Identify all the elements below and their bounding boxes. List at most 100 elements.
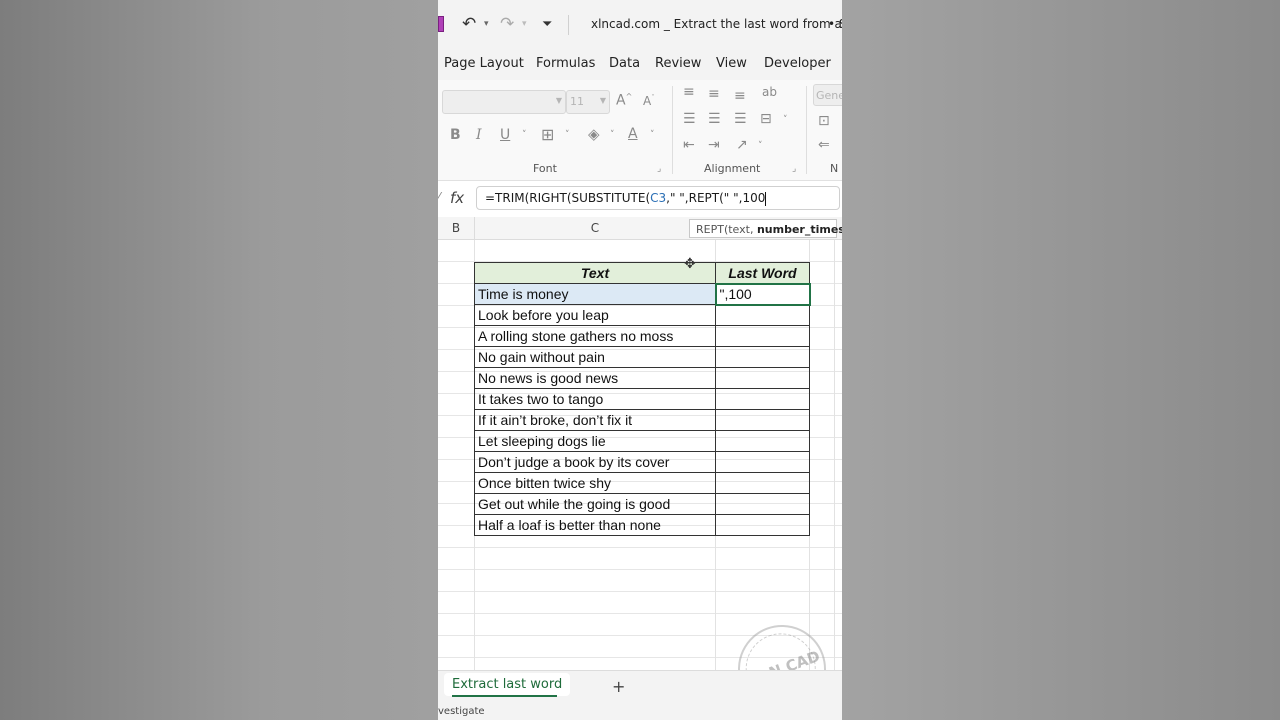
- video-background-right: [842, 0, 1280, 720]
- tab-view[interactable]: View: [716, 56, 747, 71]
- sheet-tab-extract-last-word[interactable]: Extract last word: [444, 673, 571, 696]
- insert-function-icon[interactable]: fx: [450, 189, 464, 207]
- text-cell[interactable]: Get out while the going is good: [474, 493, 716, 515]
- table-row: Time is money ",100: [474, 282, 811, 306]
- text-cell[interactable]: Half a loaf is better than none: [474, 514, 716, 536]
- tab-page-layout[interactable]: Page Layout: [444, 56, 524, 71]
- last-word-cell[interactable]: [715, 346, 810, 368]
- last-word-cell[interactable]: [715, 409, 810, 431]
- editing-cell[interactable]: ",100: [714, 282, 811, 306]
- increase-font-icon[interactable]: A^: [616, 92, 632, 109]
- align-middle-icon[interactable]: ≡: [708, 86, 720, 102]
- last-word-cell[interactable]: [715, 514, 810, 536]
- app-icon[interactable]: [438, 16, 444, 32]
- tab-developer[interactable]: Developer: [764, 56, 831, 71]
- fill-color-icon[interactable]: ◈: [588, 125, 600, 143]
- formula-bar: ⁄ fx =TRIM(RIGHT(SUBSTITUTE(C3," ",REPT(…: [438, 181, 842, 215]
- alignment-dialog-launcher-icon[interactable]: ⌟: [792, 164, 796, 174]
- align-top-icon[interactable]: ≡: [683, 84, 695, 100]
- decrease-indent-icon[interactable]: ⇤: [683, 137, 695, 153]
- orientation-icon[interactable]: ↗: [736, 137, 748, 153]
- decimal-icon[interactable]: ⇐: [818, 137, 830, 153]
- toolbar-divider: [568, 15, 569, 35]
- font-color-icon[interactable]: A: [628, 126, 638, 142]
- status-text: vestigate: [438, 706, 485, 717]
- gridline: [834, 240, 835, 670]
- last-word-cell[interactable]: [715, 367, 810, 389]
- chevron-down-icon[interactable]: ˅: [610, 130, 615, 140]
- text-cell[interactable]: Let sleeping dogs lie: [474, 430, 716, 452]
- undo-dropdown-icon[interactable]: ▾: [484, 19, 489, 29]
- text-cell[interactable]: Once bitten twice shy: [474, 472, 716, 494]
- redo-icon[interactable]: ↷: [500, 14, 514, 34]
- text-cell[interactable]: Time is money: [474, 283, 716, 305]
- chevron-down-icon[interactable]: ˅: [783, 115, 788, 125]
- borders-icon[interactable]: ⊞: [541, 125, 554, 144]
- add-sheet-button[interactable]: +: [612, 677, 625, 696]
- font-group-label: Font: [533, 162, 557, 175]
- document-title: xlncad.com _ Extract the last word from …: [591, 17, 842, 31]
- chevron-down-icon[interactable]: ˅: [565, 130, 570, 140]
- last-word-cell[interactable]: [715, 430, 810, 452]
- header-text[interactable]: Text: [474, 262, 716, 284]
- last-word-cell[interactable]: [715, 388, 810, 410]
- last-word-cell[interactable]: [715, 304, 810, 326]
- ribbon-divider: [806, 86, 807, 174]
- formula-prefix: =TRIM(RIGHT(SUBSTITUTE(: [485, 191, 651, 205]
- increase-indent-icon[interactable]: ⇥: [708, 137, 720, 153]
- tooltip-active-argument: number_times: [756, 223, 842, 236]
- align-left-icon[interactable]: ☰: [683, 111, 696, 127]
- formula-remainder: ," ",REPT(" ",100: [666, 191, 766, 205]
- tab-formulas[interactable]: Formulas: [536, 56, 595, 71]
- currency-icon[interactable]: ⊡: [818, 113, 830, 129]
- last-word-cell[interactable]: [715, 493, 810, 515]
- more-icon[interactable]: ⁄: [438, 190, 440, 204]
- font-size-value: 11: [570, 95, 584, 108]
- chevron-down-icon[interactable]: ˅: [758, 141, 763, 151]
- table-row: A rolling stone gathers no moss: [474, 325, 810, 347]
- column-header-b[interactable]: B: [438, 217, 475, 239]
- italic-icon[interactable]: I: [476, 127, 482, 143]
- last-word-cell[interactable]: [715, 325, 810, 347]
- font-dialog-launcher-icon[interactable]: ⌟: [657, 164, 661, 174]
- chevron-down-icon[interactable]: ˅: [522, 130, 527, 140]
- tab-data[interactable]: Data: [609, 56, 640, 71]
- font-name-select[interactable]: ▼: [442, 90, 566, 114]
- align-bottom-icon[interactable]: ≡: [734, 88, 746, 104]
- text-cell[interactable]: It takes two to tango: [474, 388, 716, 410]
- last-word-cell[interactable]: [715, 451, 810, 473]
- table-row: Get out while the going is good: [474, 493, 810, 515]
- mouse-cursor-icon: ✥: [684, 256, 696, 272]
- data-table: Text Last Word Time is money ",100 Look …: [474, 262, 811, 536]
- merge-center-icon[interactable]: ⊟: [760, 111, 772, 127]
- underline-icon[interactable]: U: [500, 127, 510, 143]
- text-cursor: [765, 191, 767, 206]
- font-size-select[interactable]: 11 ▼: [566, 90, 610, 114]
- chevron-down-icon[interactable]: ˅: [650, 130, 655, 140]
- align-right-icon[interactable]: ☰: [734, 111, 747, 127]
- tab-review[interactable]: Review: [655, 56, 701, 71]
- text-cell[interactable]: No news is good news: [474, 367, 716, 389]
- chevron-down-icon: ▼: [555, 96, 562, 105]
- last-word-cell[interactable]: [715, 472, 810, 494]
- customize-toolbar-icon[interactable]: ⏷: [542, 17, 552, 32]
- text-cell[interactable]: No gain without pain: [474, 346, 716, 368]
- wrap-text-icon[interactable]: ab: [762, 85, 777, 99]
- align-center-icon[interactable]: ☰: [708, 111, 721, 127]
- text-cell[interactable]: Don’t judge a book by its cover: [474, 451, 716, 473]
- formula-input[interactable]: =TRIM(RIGHT(SUBSTITUTE(C3," ",REPT(" ",1…: [476, 186, 840, 210]
- redo-dropdown-icon[interactable]: ▾: [522, 19, 527, 29]
- bold-icon[interactable]: B: [450, 127, 461, 143]
- table-row: Half a loaf is better than none: [474, 514, 810, 536]
- column-header-c[interactable]: C: [475, 217, 715, 239]
- text-cell[interactable]: Look before you leap: [474, 304, 716, 326]
- text-cell[interactable]: If it ain’t broke, don’t fix it: [474, 409, 716, 431]
- sheet-tabs-bar: Extract last word +: [438, 670, 842, 705]
- undo-icon[interactable]: ↶: [462, 14, 476, 34]
- table-row: If it ain’t broke, don’t fix it: [474, 409, 810, 431]
- number-format-select[interactable]: Gene: [813, 84, 842, 106]
- text-cell[interactable]: A rolling stone gathers no moss: [474, 325, 716, 347]
- header-last-word[interactable]: Last Word: [715, 262, 810, 284]
- decrease-font-icon[interactable]: Aˇ: [643, 94, 655, 108]
- table-row: Don’t judge a book by its cover: [474, 451, 810, 473]
